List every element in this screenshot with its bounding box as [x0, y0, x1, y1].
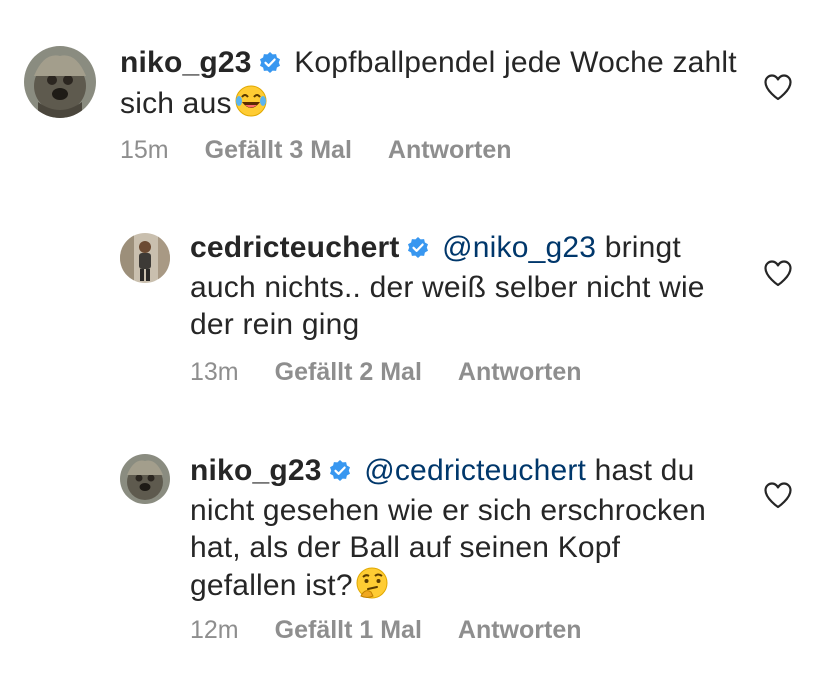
reply-button[interactable]: Antworten [458, 616, 582, 644]
likes-count[interactable]: Gefällt 1 Mal [275, 616, 422, 644]
heart-icon[interactable] [763, 481, 793, 509]
timestamp: 12m [190, 616, 239, 644]
thinking-face-emoji [355, 566, 389, 609]
comment-meta: 12m Gefällt 1 Mal Antworten [190, 616, 618, 645]
username[interactable]: niko_g23 [190, 454, 322, 487]
mention-link[interactable]: @cedricteuchert [364, 454, 586, 487]
comment-3: niko_g23 @cedricteuchert hast du nicht g… [0, 0, 840, 690]
avatar[interactable] [120, 454, 170, 504]
comment-body: niko_g23 @cedricteuchert hast du nicht g… [190, 452, 710, 609]
verified-badge-icon [328, 455, 352, 492]
